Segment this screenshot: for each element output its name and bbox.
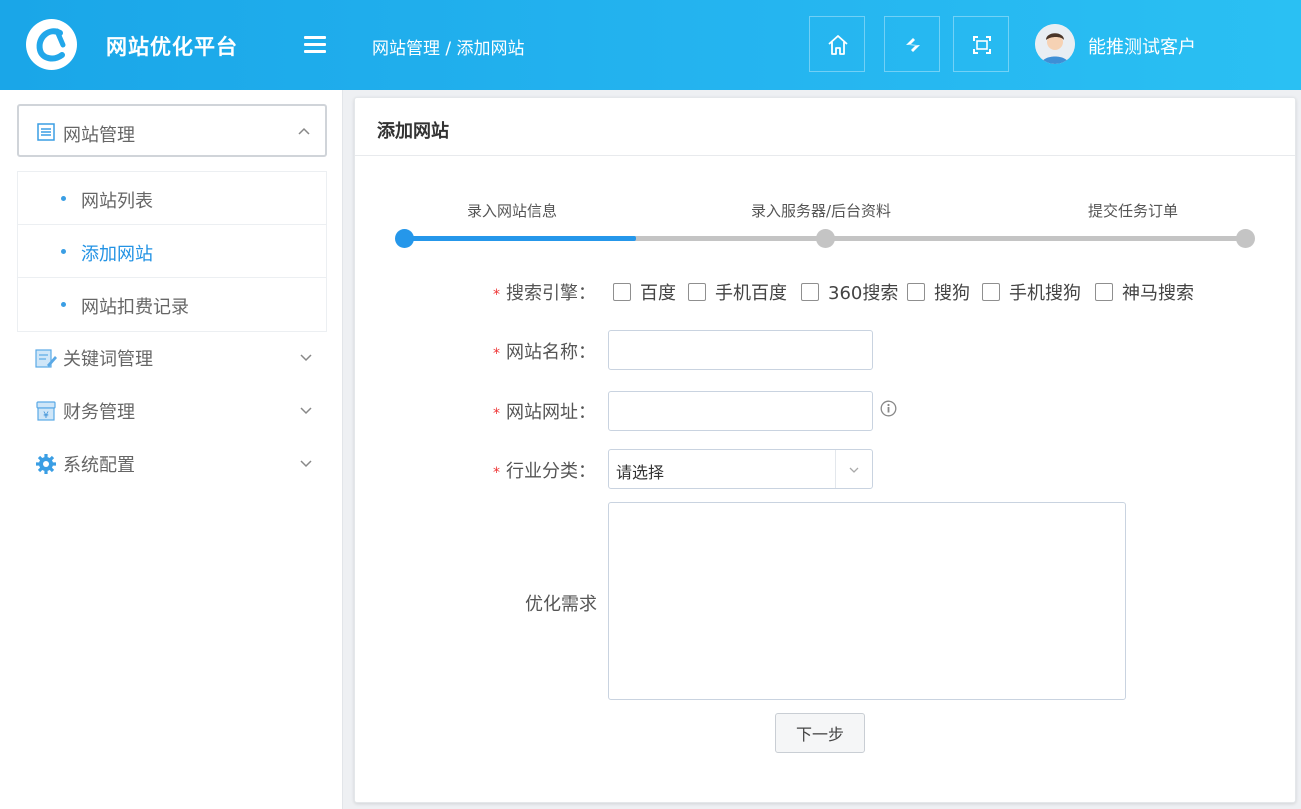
step-dot-3 <box>1236 229 1255 248</box>
sidebar-item-label: 网站扣费记录 <box>81 297 189 318</box>
panel-header: 添加网站 <box>355 98 1295 156</box>
sidebar-section-label: 网站管理 <box>63 125 135 146</box>
avatar[interactable] <box>1035 24 1075 64</box>
site-name-label-text: 网站名称： <box>506 342 596 363</box>
sidebar-item-website-list[interactable]: 网站列表 <box>18 172 326 225</box>
sidebar-subnav: 网站列表 添加网站 网站扣费记录 <box>17 171 327 332</box>
bullet-icon <box>61 196 66 201</box>
required-mark: * <box>493 287 500 303</box>
fullscreen-icon <box>973 36 991 54</box>
add-website-panel: 添加网站 录入网站信息 录入服务器/后台资料 提交任务订单 * 搜索引擎： 百度 … <box>354 97 1296 803</box>
gear-icon <box>36 454 56 474</box>
step-label-3: 提交任务订单 <box>1088 202 1179 220</box>
fullscreen-button[interactable] <box>953 16 1009 72</box>
site-url-input[interactable] <box>608 391 873 431</box>
next-step-button[interactable]: 下一步 <box>775 713 865 753</box>
refresh-button[interactable] <box>884 16 940 72</box>
industry-label-text: 行业分类： <box>506 461 596 482</box>
select-divider <box>835 450 836 488</box>
site-name-input[interactable] <box>608 330 873 370</box>
sidebar: 网站管理 网站列表 添加网站 网站扣费记录 关键词管理 ¥ 财务管理 系统配置 <box>0 90 343 809</box>
required-mark: * <box>493 346 500 362</box>
info-icon[interactable] <box>880 400 897 417</box>
chevron-down-icon <box>300 354 312 362</box>
sidebar-item-label: 系统配置 <box>63 455 135 476</box>
checkbox-icon <box>801 283 819 301</box>
sidebar-item-finance[interactable]: ¥ 财务管理 <box>17 391 327 431</box>
site-url-label: * 网站网址： <box>493 398 596 424</box>
demand-label: 优化需求 <box>525 594 597 615</box>
checkbox-icon <box>907 283 925 301</box>
chevron-up-icon <box>298 127 310 135</box>
sidebar-item-label: 财务管理 <box>63 402 135 423</box>
step-dot-2 <box>816 229 835 248</box>
sidebar-item-billing-records[interactable]: 网站扣费记录 <box>18 278 326 331</box>
home-icon <box>828 35 848 55</box>
list-icon <box>37 123 55 141</box>
step-dot-1 <box>395 229 414 248</box>
sidebar-item-settings[interactable]: 系统配置 <box>17 444 327 484</box>
home-button[interactable] <box>809 16 865 72</box>
checkbox-label: 神马搜索 <box>1122 283 1194 304</box>
checkbox-icon <box>982 283 1000 301</box>
sidebar-section-website[interactable]: 网站管理 <box>17 104 327 157</box>
checkbox-icon <box>1095 283 1113 301</box>
sidebar-item-label: 关键词管理 <box>63 349 153 370</box>
checkbox-icon <box>688 283 706 301</box>
required-mark: * <box>493 465 500 481</box>
edit-icon <box>35 349 57 368</box>
industry-label: * 行业分类： <box>493 457 596 483</box>
wallet-icon: ¥ <box>36 401 56 421</box>
engine-label: * 搜索引擎： <box>493 279 596 305</box>
breadcrumb: 网站管理 / 添加网站 <box>372 39 525 59</box>
industry-select[interactable]: 请选择 <box>608 449 873 489</box>
svg-text:¥: ¥ <box>43 411 49 421</box>
checkbox-label: 百度 <box>640 283 676 304</box>
site-url-label-text: 网站网址： <box>506 402 596 423</box>
step-label-2: 录入服务器/后台资料 <box>751 202 892 220</box>
checkbox-label: 手机百度 <box>715 283 787 304</box>
site-name-label: * 网站名称： <box>493 338 596 364</box>
app-title: 网站优化平台 <box>106 35 238 59</box>
chevron-down-icon <box>300 460 312 468</box>
logo <box>26 19 77 70</box>
username[interactable]: 能推测试客户 <box>1088 33 1196 59</box>
step-label-1: 录入网站信息 <box>467 202 558 220</box>
sidebar-item-label: 添加网站 <box>81 244 153 265</box>
checkbox-label: 360搜索 <box>828 283 899 304</box>
sidebar-item-keywords[interactable]: 关键词管理 <box>17 338 327 378</box>
chevron-down-icon <box>849 467 859 473</box>
menu-icon[interactable] <box>304 36 326 54</box>
top-header: 网站优化平台 网站管理 / 添加网站 能推测试客户 <box>0 0 1301 90</box>
engine-label-text: 搜索引擎： <box>506 283 596 304</box>
demand-textarea[interactable] <box>608 502 1126 700</box>
chevron-down-icon <box>300 407 312 415</box>
logo-icon <box>36 28 66 62</box>
required-mark: * <box>493 406 500 422</box>
industry-select-value: 请选择 <box>616 463 665 482</box>
refresh-icon <box>906 38 920 52</box>
bullet-icon <box>61 302 66 307</box>
checkbox-icon <box>613 283 631 301</box>
user-avatar-icon <box>1035 24 1075 64</box>
sidebar-item-add-website[interactable]: 添加网站 <box>18 225 326 278</box>
checkbox-label: 手机搜狗 <box>1009 283 1081 304</box>
checkbox-label: 搜狗 <box>934 283 970 304</box>
bullet-icon <box>61 249 66 254</box>
step-progress-fill <box>405 236 637 241</box>
panel-title: 添加网站 <box>377 121 449 142</box>
sidebar-item-label: 网站列表 <box>81 191 153 212</box>
